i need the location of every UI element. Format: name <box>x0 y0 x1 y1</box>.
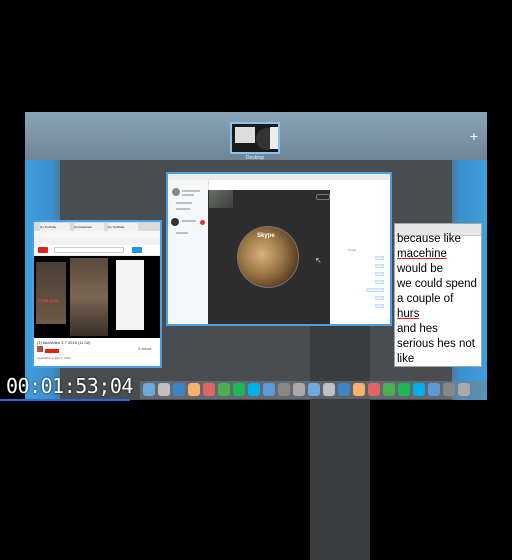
photos-icon[interactable] <box>353 383 365 396</box>
chrome-icon[interactable] <box>383 383 395 396</box>
launchpad-icon[interactable] <box>323 383 335 396</box>
mail-icon[interactable] <box>428 383 440 396</box>
chrome-window[interactable]: (1) YouTube (1) Facebook (1) YouTube FTH… <box>32 220 162 368</box>
spotify-icon[interactable] <box>233 383 245 396</box>
text-line: a couple of <box>397 293 454 305</box>
contact-avatar[interactable] <box>171 218 179 226</box>
finder-icon[interactable] <box>143 383 155 396</box>
youtube-video-player[interactable]: FTHE DOG <box>34 256 160 338</box>
launchpad-icon[interactable] <box>158 383 170 396</box>
view-count: 0 views <box>138 346 152 351</box>
text-line: because like <box>397 233 461 245</box>
safari-icon[interactable] <box>173 383 185 396</box>
video-overlay-text: FTHE DOG <box>38 298 59 303</box>
timeline-bar <box>0 399 130 401</box>
finder-icon[interactable] <box>308 383 320 396</box>
mouse-cursor-icon: ↖ <box>315 256 322 265</box>
spotify-icon[interactable] <box>398 383 410 396</box>
document-text[interactable]: because like macehine would be we could … <box>397 232 481 366</box>
end-call-icon[interactable] <box>200 220 205 225</box>
itunes-icon[interactable] <box>368 383 380 396</box>
chat-message <box>375 296 384 300</box>
desktop-space-thumbnail[interactable] <box>230 122 280 154</box>
caller-name: Skype <box>257 233 275 239</box>
browser-tab[interactable]: (1) Facebook <box>74 223 104 231</box>
chat-message <box>375 256 384 260</box>
skype-sidebar <box>168 180 209 324</box>
text-line: like <box>397 353 415 365</box>
chat-message <box>375 280 384 284</box>
text-line: macehine <box>397 248 447 260</box>
call-controls-icon[interactable] <box>316 194 330 200</box>
add-space-button[interactable]: + <box>466 128 482 144</box>
upload-date: Uploaded on Mar 7, 2016 <box>37 356 71 360</box>
browser-tab[interactable]: (1) YouTube <box>108 223 138 231</box>
desktop-space-label: Desktop <box>245 155 265 161</box>
system-prefs-icon[interactable] <box>278 383 290 396</box>
profile-avatar[interactable] <box>172 188 180 196</box>
channel-avatar[interactable] <box>37 346 43 352</box>
trash-icon[interactable] <box>293 383 305 396</box>
video-timecode: 00:01:53;04 <box>6 374 133 398</box>
system-prefs-icon[interactable] <box>443 383 455 396</box>
chat-message <box>375 272 384 276</box>
skype-chat-panel: Today <box>330 190 390 324</box>
text-line: would be <box>397 263 444 275</box>
photos-icon[interactable] <box>188 383 200 396</box>
upload-button[interactable] <box>132 247 142 253</box>
skype-icon[interactable] <box>248 383 260 396</box>
safari-icon[interactable] <box>338 383 350 396</box>
trash-icon[interactable] <box>458 383 470 396</box>
chat-message <box>366 288 384 292</box>
text-line: we could spend <box>397 278 477 290</box>
youtube-logo-icon[interactable] <box>38 247 48 253</box>
subscribe-button[interactable] <box>45 349 59 353</box>
chat-message <box>375 264 384 268</box>
browser-tab[interactable]: (1) YouTube <box>40 223 70 231</box>
skype-icon[interactable] <box>413 383 425 396</box>
chat-date-header: Today <box>348 248 357 252</box>
mail-icon[interactable] <box>263 383 275 396</box>
text-line: hurs <box>397 308 420 320</box>
itunes-icon[interactable] <box>203 383 215 396</box>
textedit-window[interactable]: because like macehine would be we could … <box>394 223 482 367</box>
chat-message <box>375 304 384 308</box>
video-title: (1) facevideo 3 7 2016 (11 02) <box>37 340 91 345</box>
text-line: and hes <box>397 323 438 335</box>
youtube-search-input[interactable] <box>54 247 124 253</box>
text-line: serious hes not <box>397 338 475 350</box>
chrome-icon[interactable] <box>218 383 230 396</box>
self-view-thumbnail <box>209 190 233 208</box>
